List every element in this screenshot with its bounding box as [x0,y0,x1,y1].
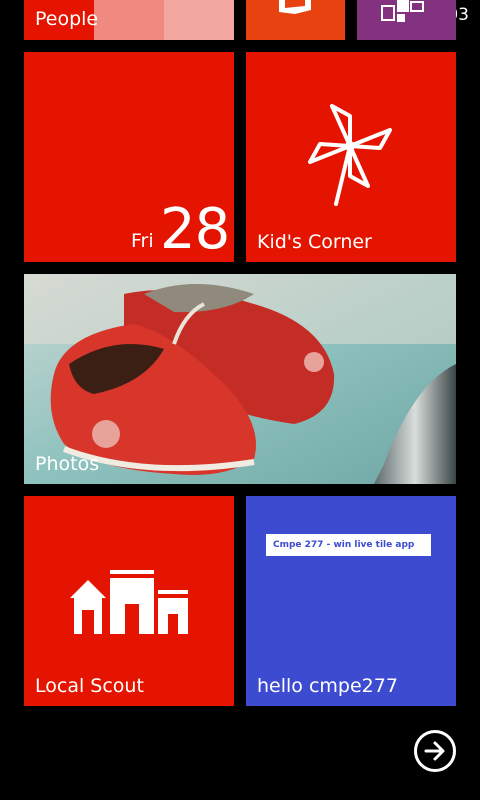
apps-icon [381,0,424,22]
all-apps-button[interactable] [414,730,456,772]
pinwheel-icon [308,104,392,206]
custom-app-tile[interactable]: Cmpe 277 - win live tile app hello cmpe2… [246,496,456,706]
photos-tile[interactable]: Photos [24,274,456,484]
office-tile[interactable] [246,0,345,40]
people-photo-collage-2 [164,0,234,40]
people-photo-collage [94,0,164,40]
start-screen: 6:03 People Fri 28 [0,0,480,800]
arrow-right-circle-icon [424,741,445,761]
store-tile[interactable] [357,0,456,40]
kids-corner-tile[interactable]: Kid's Corner [246,52,456,262]
buildings-icon [70,570,188,634]
calendar-day: Fri [131,230,154,252]
people-tile-label: People [35,8,99,30]
kids-corner-label: Kid's Corner [257,231,372,253]
custom-app-label: hello cmpe277 [257,675,398,697]
local-scout-label: Local Scout [35,675,144,697]
people-tile[interactable]: People [24,0,234,40]
custom-app-notice: Cmpe 277 - win live tile app [266,534,431,556]
photos-tile-label: Photos [35,453,100,475]
local-scout-tile[interactable]: Local Scout [24,496,234,706]
office-icon [279,0,311,14]
calendar-tile[interactable]: Fri 28 [24,52,234,262]
calendar-date: 28 [160,197,230,262]
